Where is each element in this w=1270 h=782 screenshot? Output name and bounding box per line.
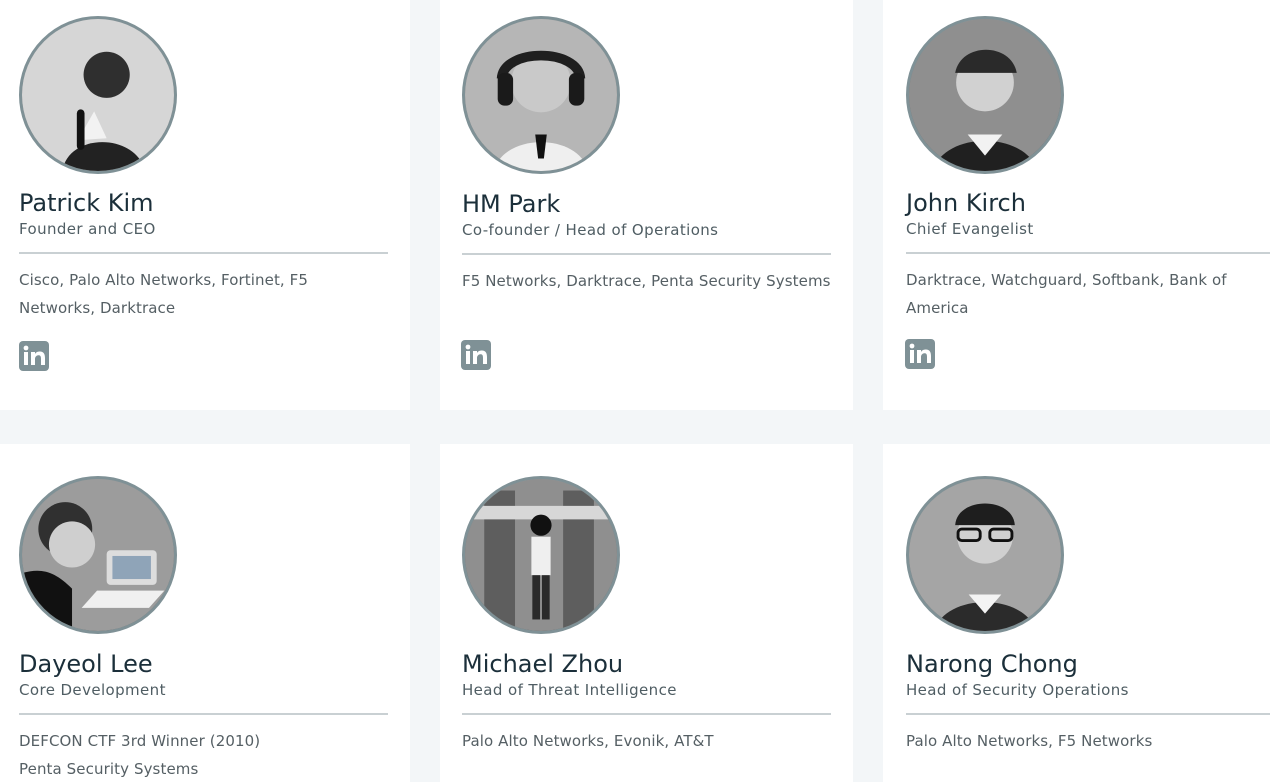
avatar bbox=[462, 476, 620, 634]
member-background: DEFCON CTF 3rd Winner (2010) Penta Secur… bbox=[19, 732, 261, 778]
member-role: Founder and CEO bbox=[19, 220, 156, 238]
person-photo bbox=[22, 19, 174, 171]
member-background: F5 Networks, Darktrace, Penta Security S… bbox=[462, 272, 831, 290]
member-name: Patrick Kim bbox=[19, 189, 154, 217]
member-role: Co-founder / Head of Operations bbox=[462, 221, 719, 239]
member-name: Narong Chong bbox=[906, 650, 1078, 678]
avatar bbox=[906, 16, 1064, 174]
person-photo bbox=[22, 479, 174, 631]
avatar bbox=[19, 476, 177, 634]
member-name: John Kirch bbox=[906, 189, 1026, 217]
person-photo bbox=[909, 479, 1061, 631]
team-card: Michael Zhou Head of Threat Intelligence… bbox=[440, 444, 853, 782]
person-photo bbox=[909, 19, 1061, 171]
member-background: Darktrace, Watchguard, Softbank, Bank of… bbox=[906, 271, 1227, 317]
team-card: Narong Chong Head of Security Operations… bbox=[883, 444, 1270, 782]
member-role: Core Development bbox=[19, 681, 166, 699]
member-background: Palo Alto Networks, F5 Networks bbox=[906, 732, 1153, 750]
divider bbox=[462, 713, 831, 715]
divider bbox=[462, 253, 831, 255]
member-name: Dayeol Lee bbox=[19, 650, 153, 678]
divider bbox=[19, 713, 388, 715]
member-name: HM Park bbox=[462, 190, 561, 218]
team-grid: Patrick Kim Founder and CEO Cisco, Palo … bbox=[0, 0, 1270, 782]
member-role: Head of Security Operations bbox=[906, 681, 1129, 699]
team-card: Dayeol Lee Core Development DEFCON CTF 3… bbox=[0, 444, 410, 782]
divider bbox=[19, 252, 388, 254]
member-background: Palo Alto Networks, Evonik, AT&T bbox=[462, 732, 714, 750]
team-card: John Kirch Chief Evangelist Darktrace, W… bbox=[883, 0, 1270, 410]
avatar bbox=[462, 16, 620, 174]
member-background: Cisco, Palo Alto Networks, Fortinet, F5 … bbox=[19, 271, 309, 317]
divider bbox=[906, 252, 1270, 254]
team-card: HM Park Co-founder / Head of Operations … bbox=[440, 0, 853, 410]
avatar bbox=[906, 476, 1064, 634]
divider bbox=[906, 713, 1270, 715]
person-photo bbox=[465, 479, 617, 631]
linkedin-icon[interactable] bbox=[19, 341, 49, 371]
member-name: Michael Zhou bbox=[462, 650, 624, 678]
person-photo bbox=[465, 19, 617, 171]
member-role: Head of Threat Intelligence bbox=[462, 681, 677, 699]
linkedin-icon[interactable] bbox=[461, 340, 491, 370]
member-role: Chief Evangelist bbox=[906, 220, 1034, 238]
team-card: Patrick Kim Founder and CEO Cisco, Palo … bbox=[0, 0, 410, 410]
linkedin-icon[interactable] bbox=[905, 339, 935, 369]
avatar bbox=[19, 16, 177, 174]
